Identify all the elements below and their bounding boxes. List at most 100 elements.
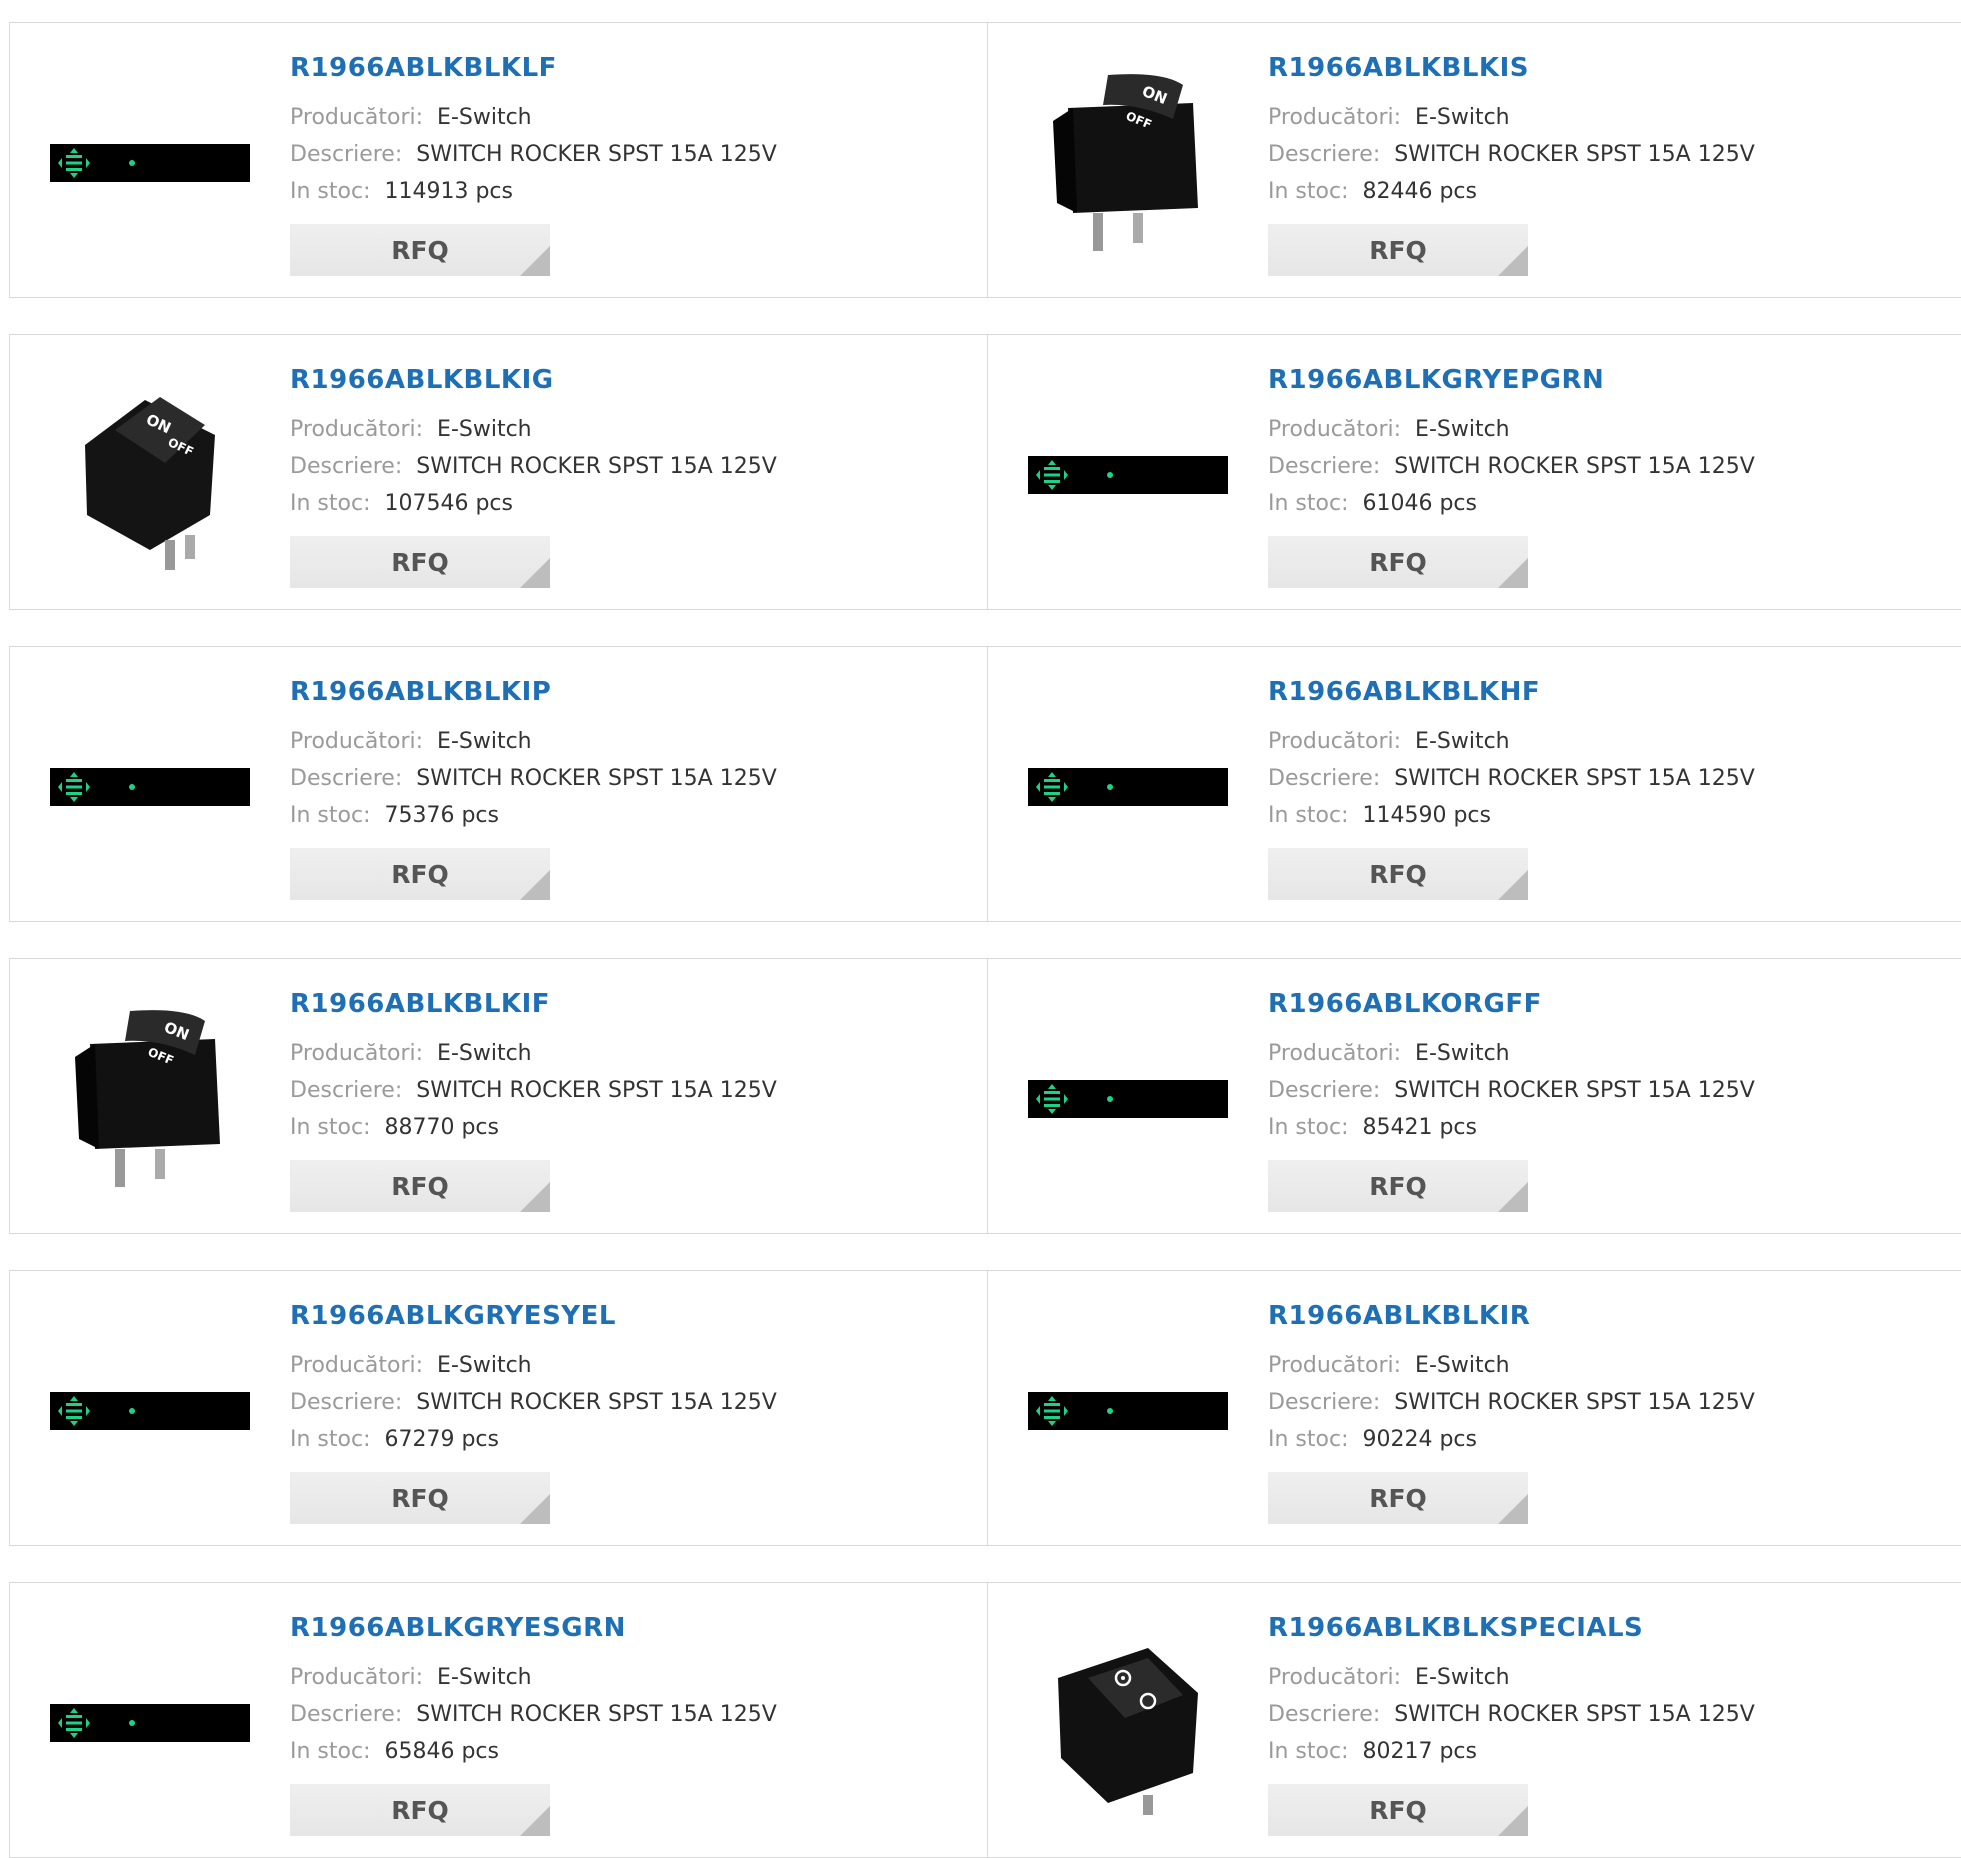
product-card: R1966ABLKORGFF Producători: E-Switch Desc… bbox=[987, 958, 1961, 1234]
corner-triangle-icon bbox=[520, 558, 550, 588]
stock-row: In stoc: 114913 pcs bbox=[290, 179, 513, 204]
manufacturer-value[interactable]: E-Switch bbox=[437, 417, 532, 442]
manufacturer-row: Producători: E-Switch bbox=[290, 417, 532, 442]
stock-row: In stoc: 80217 pcs bbox=[1268, 1739, 1477, 1764]
product-image[interactable]: ON OFF bbox=[50, 999, 250, 1199]
rfq-button[interactable]: RFQ bbox=[1268, 224, 1528, 276]
manufacturer-value[interactable]: E-Switch bbox=[437, 1353, 532, 1378]
manufacturer-row: Producători: E-Switch bbox=[1268, 1353, 1510, 1378]
rfq-button[interactable]: RFQ bbox=[290, 536, 550, 588]
part-number-link[interactable]: R1966ABLKGRYEPGRN bbox=[1268, 365, 1604, 395]
stock-row: In stoc: 82446 pcs bbox=[1268, 179, 1477, 204]
stock-label: In stoc: bbox=[1268, 1427, 1349, 1452]
part-number-link[interactable]: R1966ABLKBLKIR bbox=[1268, 1301, 1530, 1331]
manufacturer-value[interactable]: E-Switch bbox=[437, 105, 532, 130]
corner-triangle-icon bbox=[1498, 1806, 1528, 1836]
stock-row: In stoc: 107546 pcs bbox=[290, 491, 513, 516]
product-image[interactable] bbox=[1028, 375, 1228, 575]
product-image[interactable] bbox=[50, 1623, 250, 1823]
manufacturer-label: Producători: bbox=[290, 417, 424, 442]
stock-label: In stoc: bbox=[1268, 491, 1349, 516]
part-number-link[interactable]: R1966ABLKBLKLF bbox=[290, 53, 557, 83]
manufacturer-value[interactable]: E-Switch bbox=[437, 1665, 532, 1690]
part-number-link[interactable]: R1966ABLKBLKIS bbox=[1268, 53, 1529, 83]
product-card: R1966ABLKGRYESYEL Producători: E-Switch D… bbox=[9, 1270, 987, 1546]
manufacturer-row: Producători: E-Switch bbox=[290, 1041, 532, 1066]
rfq-label: RFQ bbox=[391, 547, 449, 577]
manufacturer-label: Producători: bbox=[1268, 1041, 1402, 1066]
rfq-button[interactable]: RFQ bbox=[290, 848, 550, 900]
rfq-button[interactable]: RFQ bbox=[1268, 1784, 1528, 1836]
corner-triangle-icon bbox=[1498, 246, 1528, 276]
rfq-button[interactable]: RFQ bbox=[1268, 536, 1528, 588]
description-value: SWITCH ROCKER SPST 15A 125V bbox=[416, 142, 777, 167]
description-row: Descriere: SWITCH ROCKER SPST 15A 125V bbox=[290, 454, 777, 479]
manufacturer-row: Producători: E-Switch bbox=[1268, 105, 1510, 130]
rfq-button[interactable]: RFQ bbox=[290, 224, 550, 276]
manufacturer-value[interactable]: E-Switch bbox=[1415, 1353, 1510, 1378]
manufacturer-value[interactable]: E-Switch bbox=[1415, 1665, 1510, 1690]
description-label: Descriere: bbox=[290, 454, 403, 479]
product-card: ON OFF R1966ABLKBLKIF Producători: E-Switc… bbox=[9, 958, 987, 1234]
corner-triangle-icon bbox=[1498, 870, 1528, 900]
stock-value: 114590 pcs bbox=[1362, 803, 1491, 828]
manufacturer-value[interactable]: E-Switch bbox=[1415, 417, 1510, 442]
part-number-link[interactable]: R1966ABLKGRYESYEL bbox=[290, 1301, 616, 1331]
rfq-button[interactable]: RFQ bbox=[290, 1784, 550, 1836]
stock-row: In stoc: 67279 pcs bbox=[290, 1427, 499, 1452]
stock-value: 107546 pcs bbox=[384, 491, 513, 516]
rfq-button[interactable]: RFQ bbox=[290, 1160, 550, 1212]
corner-triangle-icon bbox=[520, 1182, 550, 1212]
stock-row: In stoc: 114590 pcs bbox=[1268, 803, 1491, 828]
corner-triangle-icon bbox=[520, 1494, 550, 1524]
product-card: R1966ABLKBLKSPECIALS Producători: E-Switc… bbox=[987, 1582, 1961, 1858]
manufacturer-label: Producători: bbox=[1268, 729, 1402, 754]
part-number-link[interactable]: R1966ABLKGRYESGRN bbox=[290, 1613, 626, 1643]
description-row: Descriere: SWITCH ROCKER SPST 15A 125V bbox=[290, 766, 777, 791]
description-row: Descriere: SWITCH ROCKER SPST 15A 125V bbox=[290, 1702, 777, 1727]
part-number-link[interactable]: R1966ABLKBLKIP bbox=[290, 677, 551, 707]
product-card: R1966ABLKBLKHF Producători: E-Switch Desc… bbox=[987, 646, 1961, 922]
stock-value: 88770 pcs bbox=[384, 1115, 499, 1140]
part-number-link[interactable]: R1966ABLKBLKHF bbox=[1268, 677, 1540, 707]
part-number-link[interactable]: R1966ABLKBLKIG bbox=[290, 365, 554, 395]
manufacturer-row: Producători: E-Switch bbox=[1268, 1665, 1510, 1690]
description-label: Descriere: bbox=[1268, 1702, 1381, 1727]
image-placeholder-icon bbox=[50, 768, 250, 806]
manufacturer-value[interactable]: E-Switch bbox=[1415, 1041, 1510, 1066]
description-row: Descriere: SWITCH ROCKER SPST 15A 125V bbox=[1268, 766, 1755, 791]
rfq-label: RFQ bbox=[1369, 1795, 1427, 1825]
image-placeholder-icon bbox=[1028, 456, 1228, 494]
part-number-link[interactable]: R1966ABLKBLKSPECIALS bbox=[1268, 1613, 1643, 1643]
description-label: Descriere: bbox=[1268, 454, 1381, 479]
product-image[interactable] bbox=[1028, 1623, 1228, 1823]
product-image[interactable] bbox=[50, 687, 250, 887]
description-row: Descriere: SWITCH ROCKER SPST 15A 125V bbox=[290, 1390, 777, 1415]
stock-row: In stoc: 61046 pcs bbox=[1268, 491, 1477, 516]
product-card: R1966ABLKGRYESGRN Producători: E-Switch D… bbox=[9, 1582, 987, 1858]
rfq-label: RFQ bbox=[391, 1171, 449, 1201]
product-image[interactable] bbox=[50, 1311, 250, 1511]
description-row: Descriere: SWITCH ROCKER SPST 15A 125V bbox=[290, 1078, 777, 1103]
rfq-button[interactable]: RFQ bbox=[1268, 1160, 1528, 1212]
rfq-button[interactable]: RFQ bbox=[290, 1472, 550, 1524]
part-number-link[interactable]: R1966ABLKORGFF bbox=[1268, 989, 1542, 1019]
image-placeholder-icon bbox=[50, 1392, 250, 1430]
product-image[interactable] bbox=[1028, 1311, 1228, 1511]
rfq-button[interactable]: RFQ bbox=[1268, 848, 1528, 900]
stock-value: 90224 pcs bbox=[1362, 1427, 1477, 1452]
manufacturer-value[interactable]: E-Switch bbox=[437, 1041, 532, 1066]
part-number-link[interactable]: R1966ABLKBLKIF bbox=[290, 989, 550, 1019]
product-image[interactable]: ON OFF bbox=[1028, 63, 1228, 263]
manufacturer-value[interactable]: E-Switch bbox=[1415, 729, 1510, 754]
rfq-label: RFQ bbox=[1369, 235, 1427, 265]
manufacturer-row: Producători: E-Switch bbox=[1268, 1041, 1510, 1066]
product-image[interactable] bbox=[50, 63, 250, 263]
manufacturer-value[interactable]: E-Switch bbox=[1415, 105, 1510, 130]
product-image[interactable] bbox=[1028, 687, 1228, 887]
manufacturer-value[interactable]: E-Switch bbox=[437, 729, 532, 754]
product-image[interactable] bbox=[1028, 999, 1228, 1199]
description-row: Descriere: SWITCH ROCKER SPST 15A 125V bbox=[1268, 1078, 1755, 1103]
rfq-button[interactable]: RFQ bbox=[1268, 1472, 1528, 1524]
product-image[interactable]: ON OFF bbox=[50, 375, 250, 575]
